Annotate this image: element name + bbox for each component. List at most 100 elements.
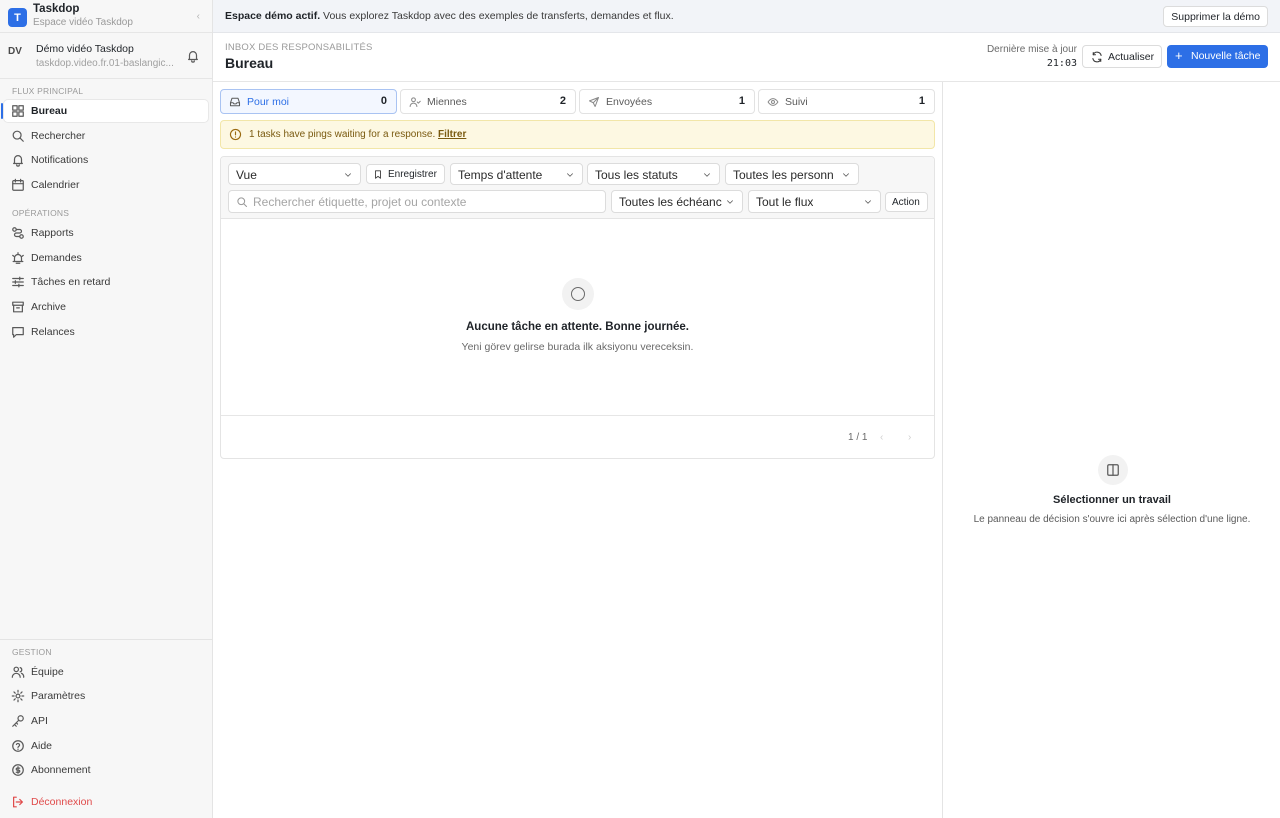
gear-icon <box>11 689 25 703</box>
people-select[interactable]: Toutes les personn <box>725 163 859 185</box>
delete-demo-button[interactable]: Supprimer la démo <box>1163 6 1268 27</box>
sidebar-item-equipe[interactable]: Équipe <box>4 661 208 683</box>
decision-panel-subtitle: Le panneau de décision s'ouvre ici après… <box>973 514 1251 525</box>
brand-logo: T <box>8 8 27 27</box>
inbox-icon <box>229 97 241 107</box>
panel-icon <box>1098 455 1128 485</box>
users-icon <box>11 666 25 678</box>
chevron-down-icon <box>727 200 733 204</box>
alert-icon <box>229 128 242 141</box>
sidebar-item-label: Notifications <box>31 154 89 166</box>
demo-banner-message: Vous explorez Taskdop avec des exemples … <box>320 10 674 22</box>
last-updated-time: 21:03 <box>1046 58 1077 69</box>
ping-alert-message: 1 tasks have pings waiting for a respons… <box>249 129 438 140</box>
collapse-sidebar-icon[interactable]: ‹ <box>197 11 200 22</box>
bell-ring-icon <box>12 252 24 264</box>
sidebar-item-label: Archive <box>31 301 67 313</box>
tab-pour-moi[interactable]: Pour moi 0 <box>220 89 397 114</box>
flow-value: Tout le flux <box>756 195 814 209</box>
tab-suivi[interactable]: Suivi 1 <box>758 89 935 114</box>
empty-state-icon <box>562 278 594 310</box>
wait-time-select[interactable]: Temps d'attente <box>450 163 583 185</box>
user-check-icon <box>409 97 421 108</box>
demo-banner-bold: Espace démo actif. <box>225 10 321 22</box>
sidebar-item-label: Rapports <box>31 227 74 239</box>
sidebar-item-rechercher[interactable]: Rechercher <box>4 125 208 147</box>
chevron-down-icon <box>345 173 351 177</box>
sidebar-item-label: Rechercher <box>31 130 86 142</box>
refresh-label: Actualiser <box>1108 51 1155 63</box>
status-value: Tous les statuts <box>595 168 678 182</box>
sidebar-item-aide[interactable]: Aide <box>4 735 208 757</box>
sidebar-item-archive[interactable]: Archive <box>4 296 208 318</box>
tab-label: Miennes <box>427 96 467 108</box>
status-select[interactable]: Tous les statuts <box>587 163 720 185</box>
sidebar-item-bureau[interactable]: Bureau <box>1 100 208 122</box>
people-value: Toutes les personn <box>733 168 834 182</box>
sidebar-item-demandes[interactable]: Demandes <box>4 247 208 269</box>
save-view-button[interactable]: Enregistrer <box>366 164 445 184</box>
sidebar-item-taches-en-retard[interactable]: Tâches en retard <box>4 271 208 293</box>
sliders-icon <box>12 276 24 288</box>
sidebar-item-abonnement[interactable]: Abonnement <box>4 759 208 781</box>
empty-state-title: Aucune tâche en attente. Bonne journée. <box>465 321 689 333</box>
archive-icon <box>12 301 24 313</box>
chevron-down-icon <box>843 173 849 177</box>
filter-link[interactable]: Filtrer <box>438 129 466 140</box>
split-panel-icon <box>1107 464 1119 476</box>
section-label-ops: OPÉRATIONS <box>12 208 70 218</box>
calendar-icon <box>12 178 24 191</box>
sidebar-item-label: Paramètres <box>31 690 86 702</box>
new-task-button[interactable]: + Nouvelle tâche <box>1167 45 1268 68</box>
sidebar-item-notifications[interactable]: Notifications <box>4 149 208 171</box>
bookmark-icon <box>375 170 381 179</box>
sidebar-item-parametres[interactable]: Paramètres <box>4 685 208 707</box>
sidebar-item-relances[interactable]: Relances <box>4 321 208 343</box>
page-title: Bureau <box>225 55 274 71</box>
sidebar-item-api[interactable]: API <box>4 710 208 732</box>
brand-subtitle: Espace vidéo Taskdop <box>33 17 133 28</box>
brand-name: Taskdop <box>33 3 80 15</box>
action-button[interactable]: Action <box>885 192 928 212</box>
logout-label: Déconnexion <box>31 796 93 808</box>
chevron-down-icon <box>567 173 573 177</box>
decision-panel: Sélectionner un travail Le panneau de dé… <box>942 82 1280 818</box>
search-field[interactable] <box>228 190 606 213</box>
sidebar: T Taskdop Espace vidéo Taskdop ‹ DV Démo… <box>0 0 213 818</box>
prev-page-icon[interactable]: ‹ <box>880 432 883 443</box>
deadline-select[interactable]: Toutes les échéanc <box>611 190 743 213</box>
sidebar-item-label: Tâches en retard <box>31 276 111 288</box>
flow-select[interactable]: Tout le flux <box>748 190 881 213</box>
tab-envoyees[interactable]: Envoyées 1 <box>579 89 755 114</box>
sidebar-item-calendrier[interactable]: Calendrier <box>4 174 208 196</box>
sidebar-item-rapports[interactable]: Rapports <box>4 222 208 244</box>
tab-count: 0 <box>380 95 387 107</box>
grid-icon <box>12 105 24 117</box>
decision-panel-title: Sélectionner un travail <box>1053 494 1171 506</box>
search-icon <box>12 130 24 142</box>
empty-state-subtitle: Yeni görev gelirse burada ilk aksiyonu v… <box>461 341 694 353</box>
user-card[interactable]: DV Démo vidéo Taskdop taskdop.video.fr.0… <box>0 33 212 79</box>
bell-icon[interactable] <box>186 49 200 63</box>
logout-button[interactable]: Déconnexion <box>4 791 208 813</box>
brand-header[interactable]: T Taskdop Espace vidéo Taskdop ‹ <box>0 0 212 33</box>
refresh-button[interactable]: Actualiser <box>1082 45 1162 68</box>
tab-label: Suivi <box>785 96 808 108</box>
next-page-icon[interactable]: › <box>908 432 911 443</box>
tab-label: Pour moi <box>247 96 290 108</box>
logout-icon <box>13 796 23 808</box>
bell-icon <box>13 155 23 167</box>
search-input[interactable] <box>253 194 593 209</box>
tab-miennes[interactable]: Miennes 2 <box>400 89 576 114</box>
demo-banner-text: Espace démo actif. Vous explorez Taskdop… <box>225 10 674 22</box>
page-header: INBOX DES RESPONSABILITÉS Bureau Dernièr… <box>213 33 1280 82</box>
deadline-value: Toutes les échéanc <box>619 195 722 209</box>
refresh-icon <box>1092 51 1102 63</box>
chevron-down-icon <box>704 173 710 177</box>
tab-label: Envoyées <box>606 96 653 108</box>
divider <box>0 639 212 640</box>
view-select[interactable]: Vue <box>228 163 361 185</box>
save-view-label: Enregistrer <box>388 169 437 180</box>
help-icon <box>12 740 24 752</box>
tab-count: 1 <box>918 95 925 107</box>
